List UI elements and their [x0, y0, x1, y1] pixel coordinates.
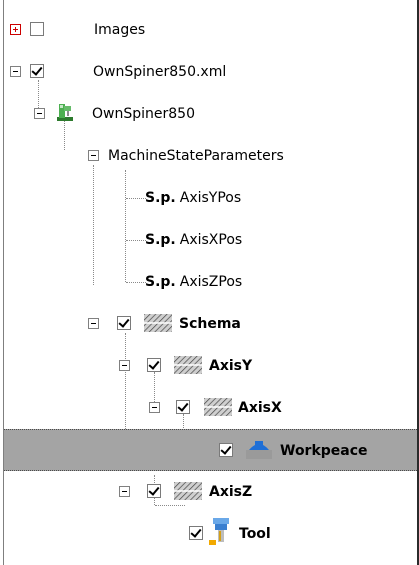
- workpiece-icon: [246, 441, 272, 459]
- param-label: AxisXPos: [179, 232, 243, 248]
- xml-checkbox[interactable]: [30, 64, 44, 78]
- hatch-icon: [174, 356, 202, 374]
- tree-node-workpeace[interactable]: Workpeace: [4, 429, 417, 471]
- workpeace-checkbox[interactable]: [219, 443, 233, 457]
- tree-node-axisz[interactable]: AxisZ: [4, 471, 417, 513]
- collapse-minus-icon[interactable]: [34, 108, 45, 119]
- workpeace-label: Workpeace: [280, 443, 368, 459]
- axisz-label: AxisZ: [209, 484, 253, 500]
- collapse-minus-icon[interactable]: [10, 66, 21, 77]
- expand-plus-icon[interactable]: [10, 24, 21, 35]
- images-label: Images: [94, 22, 146, 38]
- tool-icon: [209, 518, 229, 545]
- hatch-icon: [144, 314, 172, 332]
- param-label: AxisYPos: [179, 190, 242, 206]
- tree-node-param[interactable]: S.p. AxisZPos: [4, 261, 417, 303]
- tree-node-machine[interactable]: OwnSpiner850: [4, 93, 417, 135]
- collapse-minus-icon[interactable]: [88, 150, 99, 161]
- tree-node-msp[interactable]: MachineStateParameters: [4, 135, 417, 177]
- param-text: S.p. AxisYPos: [145, 189, 241, 207]
- collapse-minus-icon[interactable]: [119, 486, 130, 497]
- machine-label: OwnSpiner850: [92, 106, 195, 122]
- hatch-icon: [204, 398, 232, 416]
- param-text: S.p. AxisXPos: [145, 231, 242, 249]
- tree-node-xml[interactable]: OwnSpiner850.xml: [4, 51, 417, 93]
- tree-node-axisy[interactable]: AxisY: [4, 345, 417, 387]
- collapse-minus-icon[interactable]: [149, 402, 160, 413]
- collapse-minus-icon[interactable]: [119, 360, 130, 371]
- machine-icon: [57, 104, 73, 121]
- axisz-checkbox[interactable]: [147, 484, 161, 498]
- msp-label: MachineStateParameters: [108, 148, 284, 164]
- param-prefix: S.p.: [145, 274, 176, 290]
- tool-label: Tool: [239, 526, 271, 542]
- tree-node-images[interactable]: Images: [4, 9, 417, 51]
- axisx-label: AxisX: [238, 400, 282, 416]
- axisy-checkbox[interactable]: [147, 358, 161, 372]
- axisy-label: AxisY: [209, 358, 253, 374]
- collapse-minus-icon[interactable]: [88, 318, 99, 329]
- images-checkbox[interactable]: [30, 22, 44, 36]
- schema-checkbox[interactable]: [117, 316, 131, 330]
- xml-label: OwnSpiner850.xml: [93, 64, 227, 80]
- tree-node-tool[interactable]: Tool: [4, 513, 417, 555]
- tree-node-param[interactable]: S.p. AxisXPos: [4, 219, 417, 261]
- tool-checkbox[interactable]: [189, 526, 203, 540]
- tree-node-param[interactable]: S.p. AxisYPos: [4, 177, 417, 219]
- tree-node-axisx[interactable]: AxisX: [4, 387, 417, 429]
- axisx-checkbox[interactable]: [176, 400, 190, 414]
- param-prefix: S.p.: [145, 190, 176, 206]
- schema-label: Schema: [179, 316, 241, 332]
- param-label: AxisZPos: [179, 274, 243, 290]
- param-text: S.p. AxisZPos: [145, 273, 242, 291]
- tree-node-schema[interactable]: Schema: [4, 303, 417, 345]
- hatch-icon: [174, 482, 202, 500]
- param-prefix: S.p.: [145, 232, 176, 248]
